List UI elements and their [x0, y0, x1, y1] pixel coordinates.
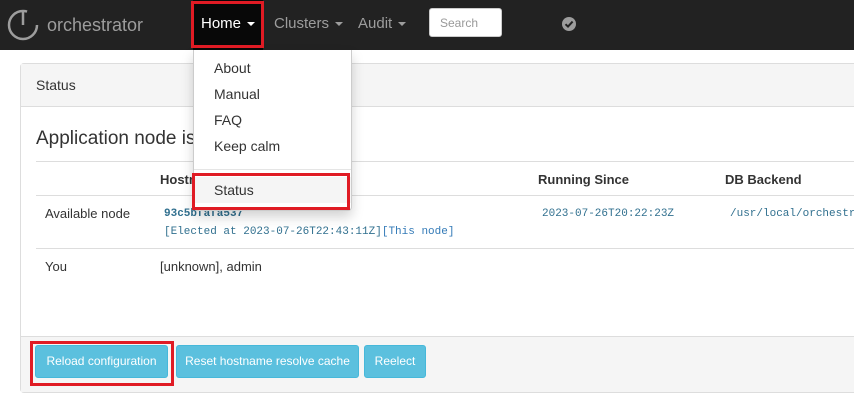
- menu-divider: [194, 169, 351, 170]
- elected-info: [Elected at 2023-07-26T22:43:11Z][This n…: [164, 226, 454, 238]
- panel-heading: Status: [21, 64, 854, 107]
- orchestrator-logo-icon: [6, 8, 40, 42]
- reload-configuration-button[interactable]: Reload configuration: [35, 345, 168, 378]
- nav-home-label: Home: [200, 15, 241, 32]
- table-row-border: [36, 248, 854, 249]
- db-backend-value: /usr/local/orchestr: [730, 208, 854, 220]
- menu-item-keep-calm[interactable]: Keep calm: [194, 133, 351, 159]
- status-panel: Status Application node is Hostn Running…: [20, 63, 854, 393]
- reset-hostname-resolve-cache-button[interactable]: Reset hostname resolve cache: [176, 345, 359, 378]
- home-dropdown-menu: About Manual FAQ Keep calm Status: [193, 50, 352, 211]
- application-node-heading: Application node is: [36, 128, 196, 149]
- caret-down-icon: [335, 22, 344, 27]
- column-db-backend: DB Backend: [725, 172, 802, 187]
- row-label-you: You: [45, 259, 67, 274]
- caret-down-icon: [247, 22, 255, 27]
- row-label-available-node: Available node: [45, 206, 131, 221]
- nav-audit-label: Audit: [358, 15, 393, 32]
- brand[interactable]: orchestrator: [6, 8, 143, 42]
- elected-at: [Elected at 2023-07-26T22:43:11Z]: [164, 226, 382, 238]
- this-node-link[interactable]: [This node]: [382, 226, 455, 238]
- app-title: orchestrator: [47, 14, 144, 35]
- column-hostname: Hostn: [160, 172, 197, 187]
- table-header-border: [36, 195, 854, 196]
- nav-clusters-menu[interactable]: Clusters: [274, 0, 344, 50]
- column-running-since: Running Since: [538, 172, 629, 187]
- table-top-border: [36, 161, 854, 162]
- caret-down-icon: [398, 22, 407, 27]
- menu-item-about[interactable]: About: [194, 55, 351, 81]
- menu-item-faq[interactable]: FAQ: [194, 107, 351, 133]
- nav-clusters-label: Clusters: [274, 15, 330, 32]
- menu-item-status[interactable]: Status: [194, 177, 351, 203]
- check-circle-icon[interactable]: [562, 17, 576, 31]
- running-since-value: 2023-07-26T20:22:23Z: [542, 208, 675, 220]
- menu-item-manual[interactable]: Manual: [194, 81, 351, 107]
- you-value: [unknown], admin: [160, 259, 262, 274]
- reelect-button[interactable]: Reelect: [364, 345, 426, 378]
- nav-audit-menu[interactable]: Audit: [358, 0, 407, 50]
- nav-home-menu[interactable]: Home: [193, 0, 263, 50]
- top-navbar: orchestrator Home Clusters Audit: [0, 0, 854, 50]
- search-input[interactable]: [429, 8, 502, 37]
